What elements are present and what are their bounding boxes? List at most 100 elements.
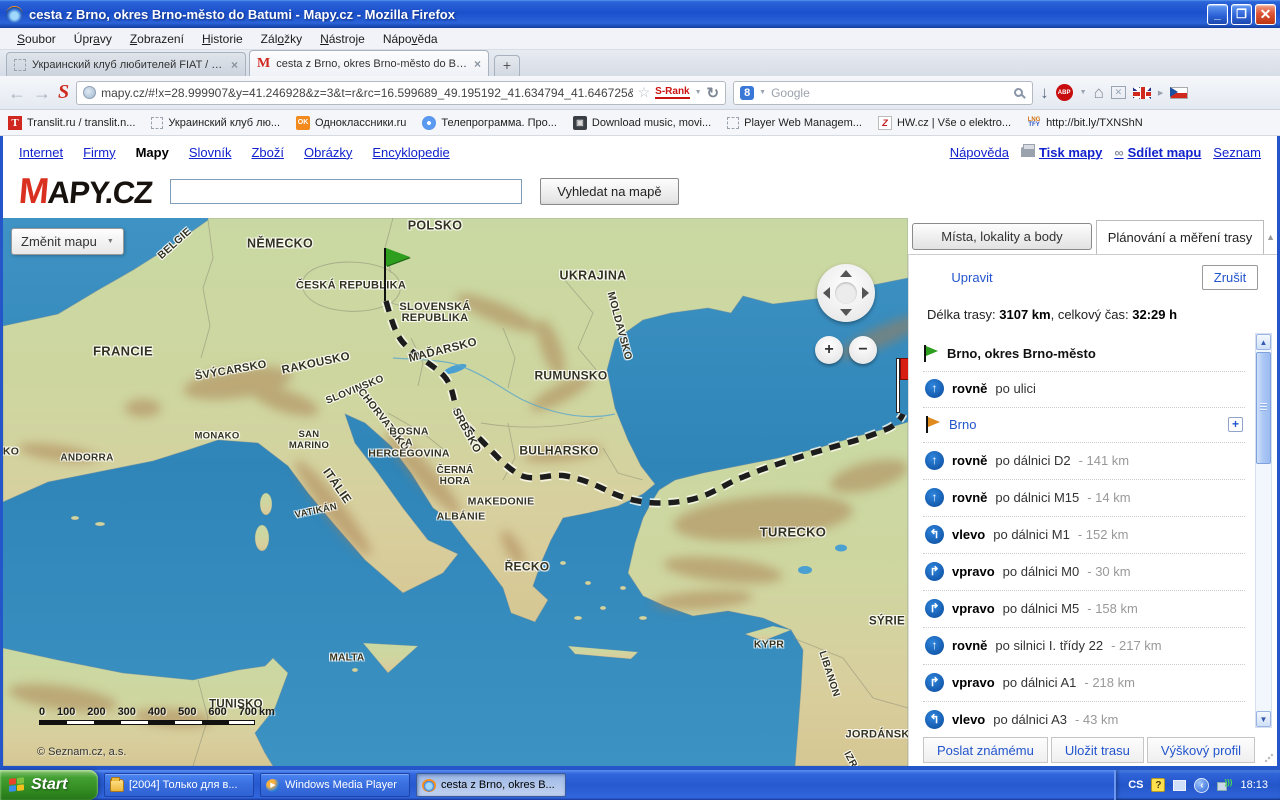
tab-close-icon[interactable]: ×: [474, 57, 481, 71]
language-dropdown-icon[interactable]: ▶: [1158, 89, 1163, 97]
bookmark-item[interactable]: ZHW.cz | Vše o elektro...: [878, 116, 1011, 130]
scroll-down-icon[interactable]: ▼: [1256, 711, 1271, 727]
czech-flag-icon[interactable]: [1170, 87, 1188, 99]
pan-up-icon[interactable]: [840, 270, 852, 277]
add-waypoint-button[interactable]: +: [1228, 417, 1243, 432]
mapy-logo[interactable]: MAPY.CZ: [17, 170, 154, 212]
network-tray-icon[interactable]: ))): [1217, 779, 1232, 791]
new-tab-button[interactable]: +: [494, 55, 520, 76]
map-pan-control[interactable]: [817, 264, 875, 322]
map-search-input[interactable]: [170, 179, 522, 204]
menu-item-zobrazení[interactable]: Zobrazení: [121, 29, 193, 49]
search-box[interactable]: 8 ▼ Google: [733, 81, 1033, 105]
menu-item-soubor[interactable]: Soubor: [8, 29, 65, 49]
bookmark-item[interactable]: TTranslit.ru / translit.n...: [8, 116, 135, 130]
route-step[interactable]: ↰vlevopo dálnici A3- 43 km: [923, 702, 1245, 735]
cancel-route-button[interactable]: Zrušit: [1202, 265, 1258, 290]
resize-grip[interactable]: [1265, 754, 1273, 762]
sitenav-link-mapy[interactable]: Mapy: [136, 145, 169, 160]
srank-dropdown-icon[interactable]: ▼: [695, 89, 702, 96]
route-waypoint[interactable]: Brno+: [923, 408, 1245, 443]
map-canvas[interactable]: POLSKONĚMECKOBELGIEČESKÁ REPUBLIKASLOVEN…: [3, 218, 908, 766]
back-button[interactable]: ←: [8, 84, 26, 102]
save-route-button[interactable]: Uložit trasu: [1051, 737, 1144, 763]
route-step[interactable]: ↰vlevopo dálnici M1- 152 km: [923, 517, 1245, 554]
bookmark-item[interactable]: ▣Download music, movi...: [573, 116, 711, 130]
help-tray-icon[interactable]: ?: [1151, 778, 1165, 792]
downloads-icon[interactable]: ↓: [1040, 83, 1049, 103]
browser-tab-1[interactable]: Украинский клуб любителей FIAT / Clu... …: [6, 52, 246, 76]
engine-dropdown-icon[interactable]: ▼: [759, 89, 766, 96]
sitenav-link-tisk-mapy[interactable]: Tisk mapy: [1021, 145, 1102, 160]
search-icon[interactable]: [1014, 88, 1023, 97]
adblock-icon[interactable]: ABP: [1056, 84, 1073, 101]
scrollbar-thumb[interactable]: [1256, 352, 1271, 464]
tab-route-planning[interactable]: Plánování a měření trasy: [1096, 220, 1264, 254]
srank-badge[interactable]: S-Rank: [655, 86, 689, 99]
minimize-button[interactable]: _: [1207, 4, 1228, 25]
zoom-out-button[interactable]: −: [849, 336, 877, 364]
edit-route-button[interactable]: Upravit: [927, 265, 1007, 290]
site-identity-icon[interactable]: [83, 86, 96, 99]
forward-button[interactable]: →: [33, 84, 51, 102]
sitenav-link-firmy[interactable]: Firmy: [83, 145, 116, 160]
change-map-button[interactable]: Změnit mapu▼: [11, 228, 124, 255]
route-step[interactable]: ↱vpravopo dálnici A1- 218 km: [923, 665, 1245, 702]
route-start-flag-icon[interactable]: [384, 248, 410, 301]
menu-item-historie[interactable]: Historie: [193, 29, 252, 49]
pan-center[interactable]: [835, 282, 857, 304]
tab-close-icon[interactable]: ×: [231, 58, 238, 72]
close-button[interactable]: ✕: [1255, 4, 1276, 25]
sitenav-link-encyklopedie[interactable]: Encyklopedie: [372, 145, 449, 160]
send-route-button[interactable]: Poslat známému: [923, 737, 1048, 763]
url-input[interactable]: [101, 86, 632, 100]
start-button[interactable]: Start: [0, 770, 98, 800]
search-placeholder[interactable]: Google: [771, 86, 1009, 100]
home-icon[interactable]: ⌂: [1094, 83, 1104, 103]
menu-item-nástroje[interactable]: Nástroje: [311, 29, 374, 49]
google-engine-icon[interactable]: 8: [740, 86, 754, 100]
hide-icons-button[interactable]: ‹: [1194, 778, 1209, 793]
route-step[interactable]: ↱vpravopo dálnici M5- 158 km: [923, 591, 1245, 628]
route-step[interactable]: ↑rovněpo dálnici M15- 14 km: [923, 480, 1245, 517]
route-end-flag-icon[interactable]: [896, 358, 908, 413]
bookmark-item[interactable]: OKОдноклассники.ru: [296, 116, 406, 130]
taskbar-task[interactable]: cesta z Brno, okres B...: [416, 773, 566, 797]
bookmark-item[interactable]: Телепрограмма. Про...: [422, 116, 557, 130]
seznam-s-icon[interactable]: S: [58, 81, 69, 104]
menu-item-úpravy[interactable]: Úpravy: [65, 29, 121, 49]
bookmark-star-icon[interactable]: ☆: [638, 84, 651, 101]
bookmark-item[interactable]: LNGTFYhttp://bit.ly/TXNShN: [1027, 116, 1143, 130]
taskbar-task[interactable]: [2004] Только для в...: [104, 773, 254, 797]
scroll-up-icon[interactable]: ▲: [1256, 334, 1271, 350]
sitenav-link-sdílet-mapu[interactable]: ∞Sdílet mapu: [1114, 145, 1201, 160]
bookmark-item[interactable]: Украинский клуб лю...: [151, 117, 280, 129]
sitenav-link-zboží[interactable]: Zboží: [251, 145, 284, 160]
zoom-in-button[interactable]: +: [815, 336, 843, 364]
pan-down-icon[interactable]: [840, 309, 852, 316]
uk-flag-icon[interactable]: [1133, 87, 1151, 99]
display-tray-icon[interactable]: [1173, 780, 1186, 791]
reload-icon[interactable]: ↻: [707, 84, 720, 102]
taskbar-task[interactable]: ▶Windows Media Player: [260, 773, 410, 797]
sitenav-link-seznam[interactable]: Seznam: [1213, 145, 1261, 160]
map-search-button[interactable]: Vyhledat na mapě: [540, 178, 678, 205]
route-start-item[interactable]: Brno, okres Brno-město: [923, 337, 1245, 372]
elevation-profile-button[interactable]: Výškový profil: [1147, 737, 1255, 763]
panel-collapse-icon[interactable]: ▲: [1266, 232, 1275, 242]
sitenav-link-slovník[interactable]: Slovník: [189, 145, 232, 160]
tab-places[interactable]: Místa, lokality a body: [912, 223, 1092, 250]
sitenav-link-internet[interactable]: Internet: [19, 145, 63, 160]
pan-right-icon[interactable]: [862, 287, 869, 299]
image-placeholder-icon[interactable]: ✕: [1111, 86, 1126, 99]
menu-item-nápověda[interactable]: Nápověda: [374, 29, 447, 49]
panel-scrollbar[interactable]: ▲ ▼: [1255, 333, 1272, 728]
sitenav-link-nápověda[interactable]: Nápověda: [950, 145, 1009, 160]
menu-item-záložky[interactable]: Záložky: [252, 29, 311, 49]
language-indicator[interactable]: CS: [1128, 779, 1143, 791]
route-step[interactable]: ↱vpravopo dálnici M0- 30 km: [923, 554, 1245, 591]
route-step[interactable]: ↑rovněpo dálnici D2- 141 km: [923, 443, 1245, 480]
adblock-dropdown-icon[interactable]: ▼: [1080, 89, 1087, 96]
route-step[interactable]: ↑rovněpo silnici I. třídy 22- 217 km: [923, 628, 1245, 665]
bookmark-item[interactable]: Player Web Managem...: [727, 117, 862, 129]
